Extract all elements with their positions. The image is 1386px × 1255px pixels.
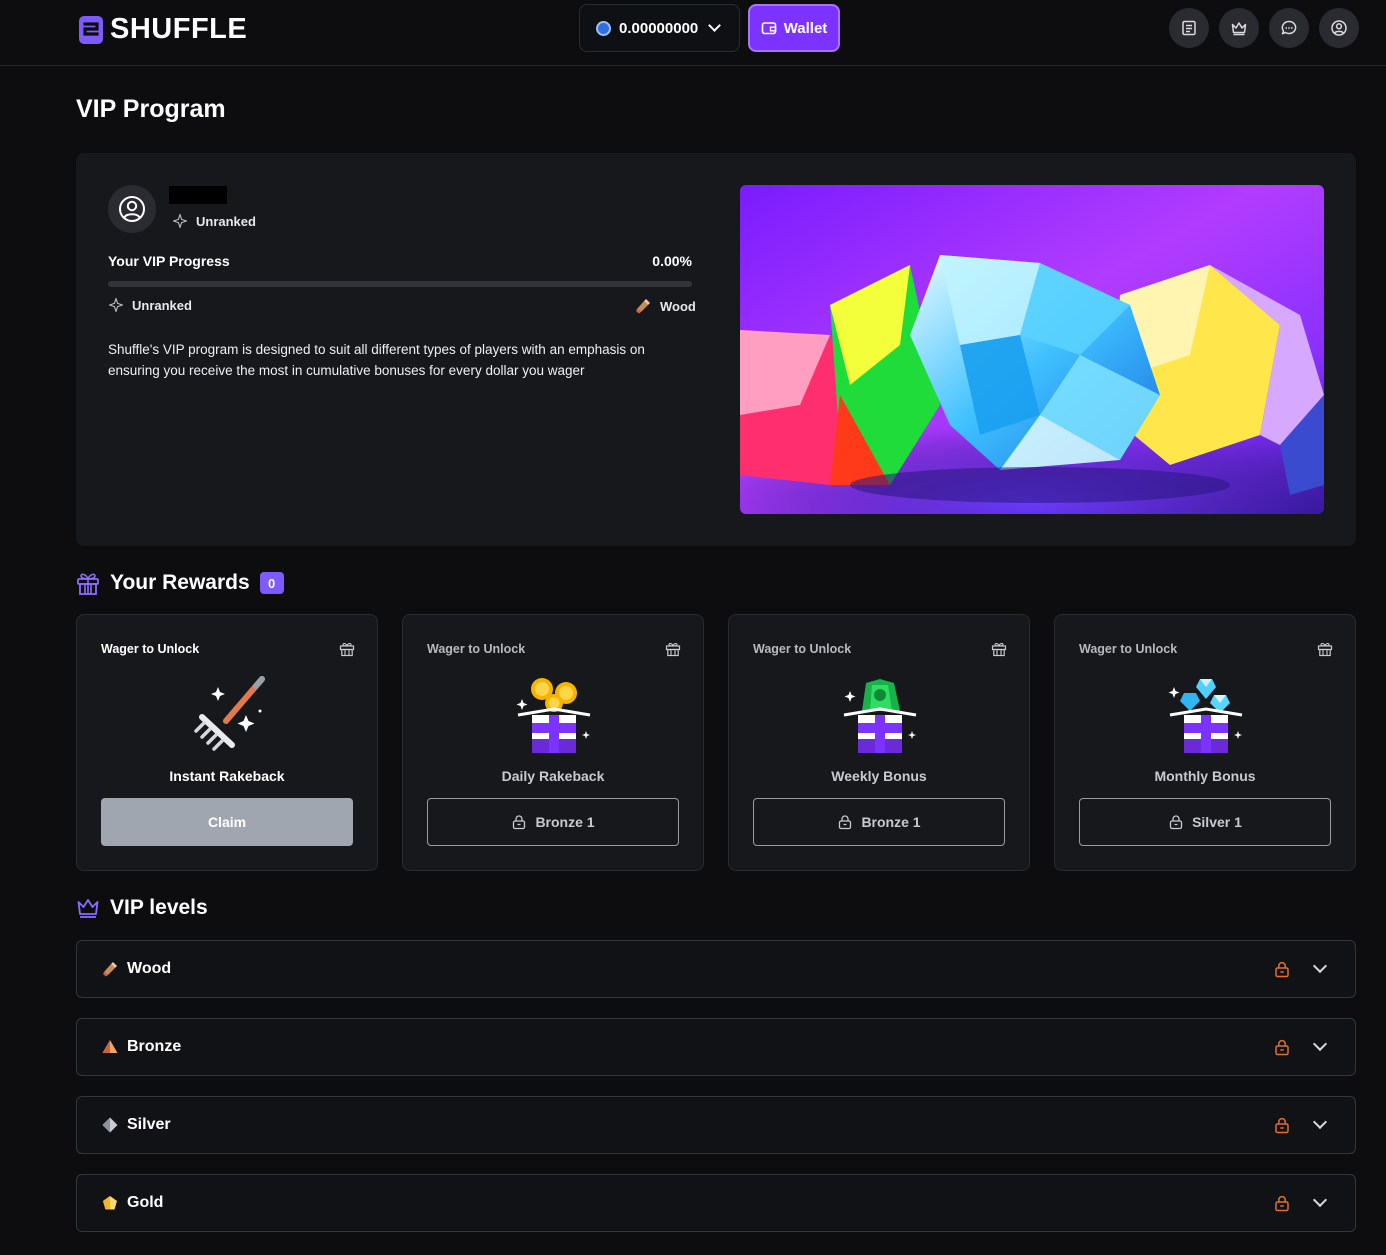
lock-icon bbox=[839, 815, 852, 830]
gems-illustration bbox=[740, 185, 1324, 514]
currency-coin-icon bbox=[596, 20, 611, 36]
sparkle-icon bbox=[172, 213, 188, 229]
card-status-label: Wager to Unlock bbox=[753, 642, 852, 656]
gift-cash-icon bbox=[843, 679, 917, 753]
reward-name: Monthly Bonus bbox=[1154, 768, 1256, 784]
claim-button[interactable]: Claim bbox=[101, 798, 353, 846]
unlock-tier-button[interactable]: Silver 1 bbox=[1079, 798, 1331, 846]
lock-icon bbox=[1275, 961, 1289, 978]
brand-name: SHUFFLE bbox=[110, 13, 248, 45]
balance-amount: 0.00000000 bbox=[619, 19, 699, 37]
vip-profile-panel: Unranked Your VIP Progress 0.00% Unranke… bbox=[76, 153, 1356, 546]
gift-icon bbox=[665, 642, 681, 657]
receipt-icon bbox=[1182, 20, 1196, 36]
reward-name: Instant Rakeback bbox=[169, 768, 285, 784]
gift-icon bbox=[1317, 642, 1333, 657]
vip-gems-banner bbox=[740, 185, 1324, 514]
sparkle-icon bbox=[108, 297, 124, 313]
wallet-icon bbox=[761, 22, 776, 35]
crown-icon bbox=[77, 899, 99, 918]
lock-icon bbox=[1275, 1039, 1289, 1056]
unlock-tier-label: Silver 1 bbox=[1192, 814, 1242, 830]
vip-description: Shuffle's VIP program is designed to sui… bbox=[108, 342, 645, 378]
unlock-tier-label: Bronze 1 bbox=[861, 814, 921, 830]
profile-button[interactable] bbox=[1319, 8, 1359, 48]
balance-selector[interactable]: 0.00000000 bbox=[579, 4, 740, 52]
vip-level-bronze[interactable]: Bronze bbox=[76, 1018, 1356, 1076]
lock-icon bbox=[513, 815, 526, 830]
top-bar: SHUFFLE 0.00000000 Wallet bbox=[0, 0, 1386, 66]
chat-bubble-icon bbox=[1281, 20, 1297, 35]
shuffle-logo[interactable]: SHUFFLE bbox=[78, 13, 247, 46]
rank-label: Unranked bbox=[196, 213, 256, 229]
silver-icon bbox=[101, 1116, 119, 1134]
wood-icon bbox=[636, 299, 650, 314]
user-icon bbox=[119, 196, 145, 222]
crown-icon bbox=[1231, 22, 1247, 36]
reward-card-daily-rakeback: Wager to Unlock Daily Rakeback Bronze 1 bbox=[402, 614, 704, 871]
rewards-heading: Your Rewards 0 bbox=[76, 570, 284, 596]
to-tier-label: Wood bbox=[660, 298, 696, 314]
rewards-title: Your Rewards bbox=[110, 571, 250, 594]
chat-button[interactable] bbox=[1269, 8, 1309, 48]
chevron-down-icon[interactable] bbox=[1312, 1114, 1328, 1130]
reward-card-weekly-bonus: Wager to Unlock Weekly Bonus Bronze 1 bbox=[728, 614, 1030, 871]
reward-name: Daily Rakeback bbox=[501, 768, 605, 784]
unlock-tier-button[interactable]: Bronze 1 bbox=[427, 798, 679, 846]
wood-icon bbox=[101, 960, 119, 978]
unlock-tier-button[interactable]: Bronze 1 bbox=[753, 798, 1005, 846]
card-status-label: Wager to Unlock bbox=[1079, 642, 1178, 656]
reward-card-monthly-bonus: Wager to Unlock Monthly Bonus Silver 1 bbox=[1054, 614, 1356, 871]
vip-level-gold[interactable]: Gold bbox=[76, 1174, 1356, 1232]
card-status-label: Wager to Unlock bbox=[101, 642, 200, 656]
rake-icon bbox=[194, 676, 265, 751]
wallet-button[interactable]: Wallet bbox=[748, 4, 840, 52]
chevron-down-icon[interactable] bbox=[1312, 1036, 1328, 1052]
transactions-button[interactable] bbox=[1169, 8, 1209, 48]
current-rank: Unranked bbox=[172, 213, 256, 229]
vip-levels-title: VIP levels bbox=[110, 896, 208, 919]
vip-button[interactable] bbox=[1219, 8, 1259, 48]
shuffle-logo-icon bbox=[79, 15, 103, 44]
lock-icon bbox=[1275, 1195, 1289, 1212]
progress-to-tier: Wood bbox=[634, 297, 696, 315]
from-tier-label: Unranked bbox=[132, 297, 192, 313]
user-icon bbox=[1331, 20, 1347, 36]
vip-level-wood[interactable]: Wood bbox=[76, 940, 1356, 998]
lock-icon bbox=[1169, 815, 1183, 830]
vip-progress-bar bbox=[108, 281, 692, 287]
vip-progress-percent: 0.00% bbox=[652, 253, 692, 269]
reward-name: Weekly Bonus bbox=[831, 768, 927, 784]
level-name: Wood bbox=[127, 960, 172, 977]
gift-coins-icon bbox=[516, 678, 591, 753]
vip-progress-label: Your VIP Progress bbox=[108, 253, 230, 269]
avatar bbox=[108, 185, 156, 233]
chevron-down-icon[interactable] bbox=[1312, 1192, 1328, 1208]
vip-level-silver[interactable]: Silver bbox=[76, 1096, 1356, 1154]
chevron-down-icon[interactable] bbox=[1312, 958, 1328, 974]
gold-icon bbox=[101, 1194, 119, 1212]
gift-diamonds-icon bbox=[1168, 679, 1243, 753]
progress-from-tier: Unranked bbox=[108, 297, 192, 313]
reward-card-instant-rakeback: Wager to Unlock Instant Rakeback Claim bbox=[76, 614, 378, 871]
level-name: Gold bbox=[127, 1194, 164, 1211]
gift-icon bbox=[77, 573, 99, 595]
wallet-label: Wallet bbox=[783, 19, 828, 37]
gift-icon bbox=[991, 642, 1007, 657]
vip-levels-heading: VIP levels bbox=[76, 896, 208, 920]
level-name: Bronze bbox=[127, 1038, 182, 1055]
gift-icon bbox=[339, 642, 355, 657]
claim-label: Claim bbox=[207, 814, 247, 830]
page-title: VIP Program bbox=[76, 95, 226, 123]
chevron-down-icon bbox=[708, 19, 722, 32]
bronze-icon bbox=[101, 1038, 119, 1056]
unlock-tier-label: Bronze 1 bbox=[535, 814, 595, 830]
redacted-username bbox=[169, 186, 227, 204]
rewards-count-badge: 0 bbox=[259, 572, 284, 594]
card-status-label: Wager to Unlock bbox=[427, 642, 526, 656]
lock-icon bbox=[1275, 1117, 1289, 1134]
level-name: Silver bbox=[127, 1116, 171, 1133]
